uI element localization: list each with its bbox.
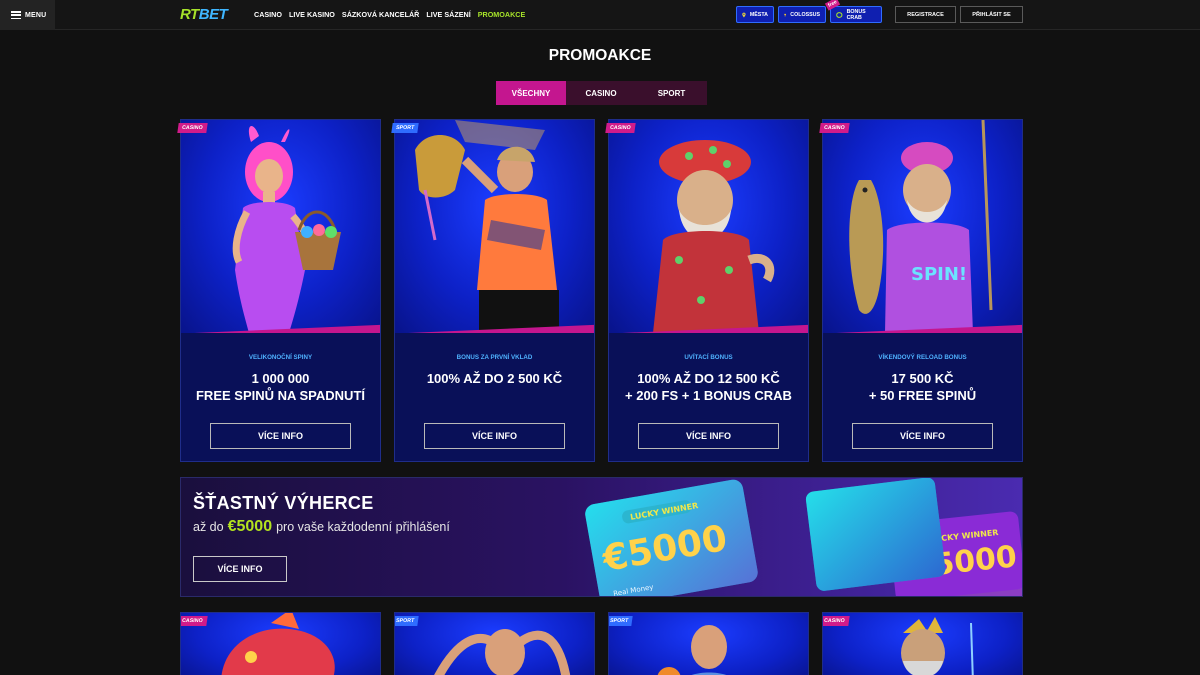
banner-amount: €5000 [227,518,273,535]
old-fisherman-illustration [653,140,775,333]
promo-card-row2-1[interactable]: CASINO [180,612,381,675]
promo-image [181,120,380,333]
fisherman-spin-illustration: SPIN! [849,120,993,333]
map-pin-icon [742,12,746,17]
more-info-button[interactable]: VÍCE INFO [852,423,993,449]
cities-label: MĚSTA [749,11,768,18]
promo-filter-tabs: VŠECHNY CASINO SPORT [496,81,707,105]
menu-label: MENU [25,11,47,19]
promo-subtitle: VELIKONOČNÍ SPINY [248,354,313,361]
nav-promotions[interactable]: PROMOAKCE [478,10,526,19]
promo-headline-line-1: 100% AŽ DO 12 500 KČ [637,371,780,386]
category-tag: CASINO [177,123,208,133]
zeus-illustration [901,617,974,675]
promo-headline-line-2: + 50 FREE SPINŮ [868,388,977,403]
promo-card-welcome-bonus[interactable]: CASINO UVÍTACÍ BONUS 100% AŽ DO 12 500 K… [605,119,809,462]
footballer-trophy-illustration [415,120,559,333]
nav-casino[interactable]: CASINO [254,10,282,19]
promo-headline: 100% AŽ DO 12 500 KČ + 200 FS + 1 BONUS … [609,370,808,404]
cities-button[interactable]: MĚSTA [736,6,774,23]
logo-rt: RT [180,6,199,23]
banner-title: ŠŤASTNÝ VÝHERCE [193,493,374,513]
hamburger-icon [11,11,21,19]
promo-image: SPIN! [823,120,1022,333]
category-tag: SPORT [609,616,633,626]
basketball-player-illustration [657,625,727,675]
category-tag: CASINO [181,616,208,626]
more-info-button[interactable]: VÍCE INFO [424,423,565,449]
promo-headline: 17 500 KČ + 50 FREE SPINŮ [823,370,1022,404]
menu-button[interactable]: MENU [0,0,55,30]
lucky-winner-cards-illustration: LUCKY WINNER €5000 LUCKY WINNER €5000 Re… [585,478,1022,596]
colossus-label: COLOSSUS [790,11,820,18]
tab-sport[interactable]: SPORT [636,81,707,105]
tab-all[interactable]: VŠECHNY [496,81,566,105]
page-title: PROMOAKCE [548,47,652,64]
top-bar: MENU RTBET CASINO LIVE KASINO SÁZKOVÁ KA… [0,0,1200,30]
promo-card-easter-spins[interactable]: CASINO VELIKONOČNÍ SPINY 1 000 000 FREE … [177,119,381,462]
nav-sportsbook[interactable]: SÁZKOVÁ KANCELÁŘ [342,10,419,19]
crab-icon [836,11,843,18]
promo-subtitle: VÍKENDOVÝ RELOAD BONUS [878,354,967,361]
lucky-winner-banner[interactable]: ŠŤASTNÝ VÝHERCE až do €5000 pro vaše kaž… [180,477,1023,597]
athlete-illustration [434,629,571,675]
bonus-crab-label: BONUS CRAB [846,8,866,21]
category-tag: SPORT [395,616,419,626]
login-button[interactable]: PŘIHLÁSIT SE [960,6,1023,23]
trophy-icon [784,13,786,16]
bonus-crab-button[interactable]: free BONUS CRAB [824,0,882,23]
more-info-button[interactable]: VÍCE INFO [210,423,351,449]
promo-card-weekend-reload[interactable]: CASINO SPIN! VÍKENDOVÝ RELOAD BONUS 17 5… [819,119,1023,462]
logo-bet: BET [198,6,228,23]
nav-live-betting[interactable]: LIVE SÁZENÍ [426,10,470,19]
promo-subtitle: UVÍTACÍ BONUS [684,354,733,361]
promo-card-row2-2[interactable]: SPORT [394,612,595,675]
promo-subtitle: BONUS ZA PRVNÍ VKLAD [456,354,533,361]
banner-subtitle: až do €5000 pro vaše každodenní přihláše… [193,518,450,536]
promo-headline-line-1: 100% AŽ DO 2 500 KČ [426,371,563,386]
promo-headline-line-1: 17 500 KČ [891,371,954,386]
promo-headline-line-2: + 200 FS + 1 BONUS CRAB [625,388,792,403]
promo-card-row2-4[interactable]: CASINO [822,612,1023,675]
nav-live-casino[interactable]: LIVE KASINO [289,10,335,19]
promo-image [609,120,808,333]
promo-headline: 1 000 000 FREE SPINŮ NA SPADNUTÍ [181,370,380,404]
promo-headline-line-2: FREE SPINŮ NA SPADNUTÍ [195,388,365,403]
promo-card-first-deposit-sport[interactable]: SPORT BONUS ZA PRVNÍ VKLAD 100% AŽ DO 2 … [391,119,595,462]
bunny-woman-illustration [232,125,341,333]
more-info-button[interactable]: VÍCE INFO [638,423,779,449]
promo-headline-line-1: 1 000 000 [251,371,310,386]
category-tag: CASINO [823,616,850,626]
promo-image [395,120,594,333]
category-tag: SPORT [391,123,419,133]
logo[interactable]: RTBET [180,6,228,23]
fish-illustration [221,613,335,675]
banner-sub-prefix: až do [193,520,224,534]
category-tag: CASINO [605,123,636,133]
svg-text:SPIN!: SPIN! [911,264,967,285]
promo-headline: 100% AŽ DO 2 500 KČ [395,370,594,387]
banner-sub-suffix: pro vaše každodenní přihlášení [276,520,450,534]
promo-card-row2-3[interactable]: SPORT [608,612,809,675]
main-nav: CASINO LIVE KASINO SÁZKOVÁ KANCELÁŘ LIVE… [254,10,525,19]
banner-more-info-button[interactable]: VÍCE INFO [193,556,287,582]
category-tag: CASINO [819,123,850,133]
colossus-button[interactable]: COLOSSUS [778,6,826,23]
tab-casino[interactable]: CASINO [566,81,636,105]
register-button[interactable]: REGISTRACE [895,6,956,23]
